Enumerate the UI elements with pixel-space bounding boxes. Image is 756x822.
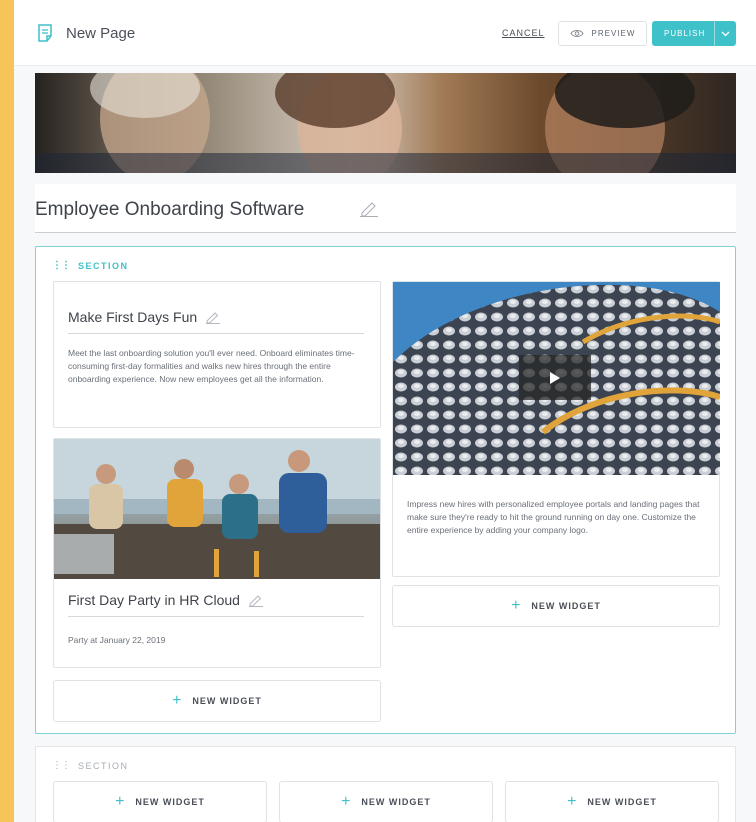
preview-label: PREVIEW xyxy=(591,29,636,38)
hero-banner-image[interactable] xyxy=(35,73,736,173)
new-widget-button[interactable]: + NEW WIDGET xyxy=(279,781,493,822)
plus-icon: + xyxy=(172,692,183,709)
text-widget-card[interactable]: Make First Days Fun Meet the last onboar… xyxy=(53,281,381,428)
party-photo[interactable] xyxy=(54,439,380,579)
top-bar: New Page CANCEL PREVIEW PUBLISH xyxy=(14,0,756,66)
new-widget-label: NEW WIDGET xyxy=(192,696,262,706)
plus-icon: + xyxy=(511,597,522,614)
section-1[interactable]: ⋮⋮ SECTION Make First Days Fun Meet the … xyxy=(35,246,736,734)
page-heading[interactable]: Employee Onboarding Software xyxy=(35,199,304,221)
plus-icon: + xyxy=(115,793,126,810)
plus-icon: + xyxy=(341,793,352,810)
text-widget-title-row: Make First Days Fun xyxy=(68,300,364,334)
video-widget-card[interactable]: Impress new hires with personalized empl… xyxy=(392,281,720,577)
publish-label: PUBLISH xyxy=(664,29,706,38)
pencil-icon[interactable] xyxy=(248,593,264,607)
section-header: ⋮⋮ SECTION xyxy=(52,260,129,271)
text-widget-title[interactable]: Make First Days Fun xyxy=(68,309,197,325)
video-widget-body[interactable]: Impress new hires with personalized empl… xyxy=(407,498,707,537)
page-icon xyxy=(38,24,52,42)
section-2[interactable]: ⋮⋮ SECTION + NEW WIDGET + NEW WIDGET + N… xyxy=(35,746,736,822)
section-label: SECTION xyxy=(78,760,129,771)
new-widget-button[interactable]: + NEW WIDGET xyxy=(53,781,267,822)
chevron-down-icon xyxy=(721,31,730,36)
new-widget-label: NEW WIDGET xyxy=(135,797,205,807)
video-play-button[interactable] xyxy=(519,355,591,400)
publish-dropdown-toggle[interactable] xyxy=(715,31,736,37)
publish-button[interactable]: PUBLISH xyxy=(652,21,736,46)
cancel-button[interactable]: CANCEL xyxy=(502,28,545,38)
new-widget-button[interactable]: + NEW WIDGET xyxy=(392,585,720,627)
hero-photo xyxy=(35,73,736,173)
play-icon xyxy=(550,371,560,384)
text-widget-body[interactable]: Meet the last onboarding solution you'll… xyxy=(68,347,358,386)
plus-icon: + xyxy=(567,793,578,810)
pencil-icon[interactable] xyxy=(359,199,379,217)
event-widget-subtitle[interactable]: Party at January 22, 2019 xyxy=(68,634,165,647)
drag-handle-icon[interactable]: ⋮⋮ xyxy=(52,260,71,271)
new-widget-label: NEW WIDGET xyxy=(531,601,601,611)
section-header: ⋮⋮ SECTION xyxy=(52,760,129,771)
party-photo-art xyxy=(54,439,380,579)
section-label: SECTION xyxy=(78,260,129,271)
new-widget-button[interactable]: + NEW WIDGET xyxy=(53,680,381,722)
pencil-icon[interactable] xyxy=(205,310,221,324)
video-thumbnail[interactable] xyxy=(393,282,720,475)
eye-icon xyxy=(569,30,584,37)
new-widget-button[interactable]: + NEW WIDGET xyxy=(505,781,719,822)
event-widget-card[interactable]: First Day Party in HR Cloud Party at Jan… xyxy=(53,438,381,668)
page-title: New Page xyxy=(66,25,136,42)
event-widget-title-row: First Day Party in HR Cloud xyxy=(68,583,364,617)
new-widget-label: NEW WIDGET xyxy=(361,797,431,807)
page-heading-card: Employee Onboarding Software xyxy=(35,184,736,233)
drag-handle-icon[interactable]: ⋮⋮ xyxy=(52,760,71,771)
preview-button[interactable]: PREVIEW xyxy=(558,21,647,46)
event-widget-title[interactable]: First Day Party in HR Cloud xyxy=(68,592,240,608)
new-widget-label: NEW WIDGET xyxy=(587,797,657,807)
page-editor: New Page CANCEL PREVIEW PUBLISH Employee… xyxy=(14,0,756,822)
